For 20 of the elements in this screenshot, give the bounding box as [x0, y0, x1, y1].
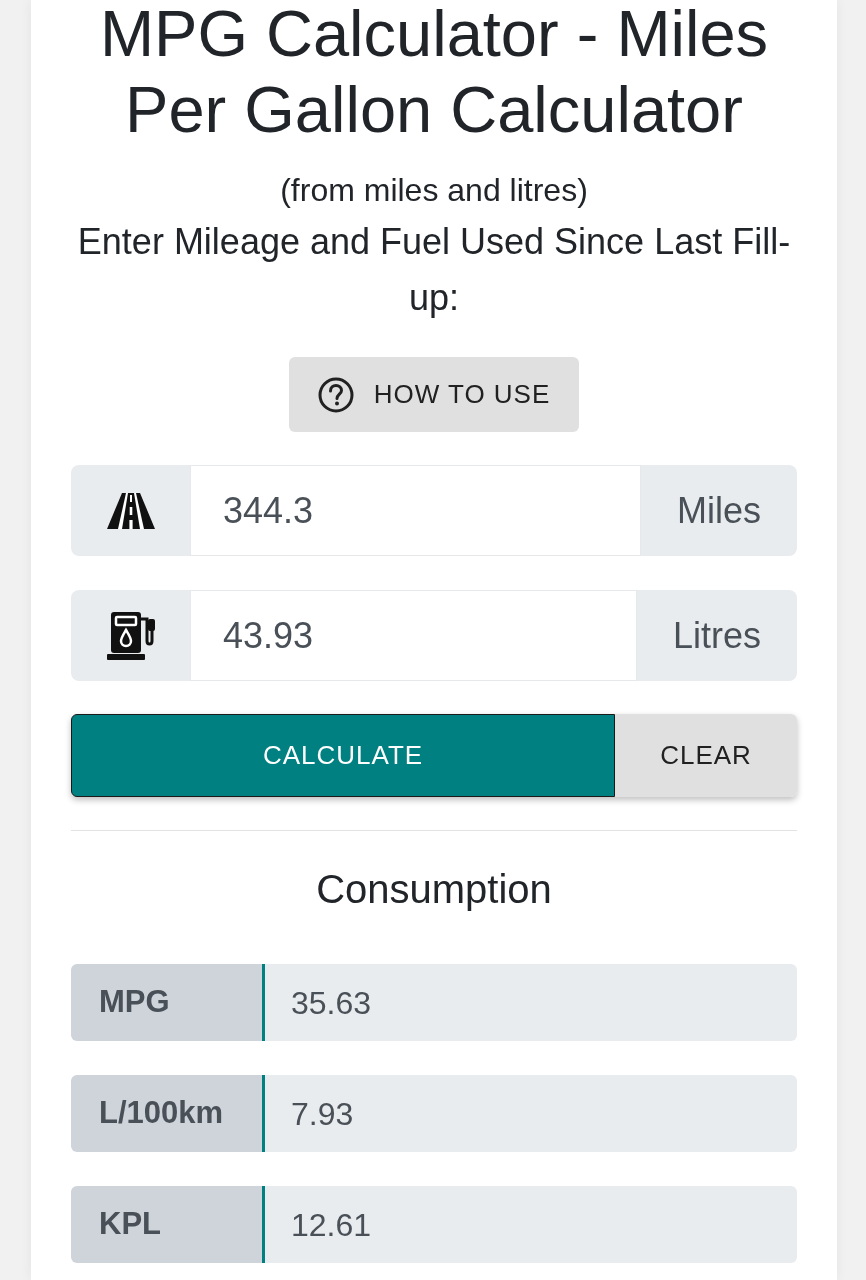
- input-field[interactable]: 43.93: [190, 590, 637, 681]
- unit-label: Litres: [636, 590, 797, 681]
- input-field[interactable]: 344.3: [190, 465, 641, 556]
- result-label: L/100km: [71, 1075, 262, 1152]
- result-label: MPG: [71, 964, 262, 1041]
- result-value: 12.61: [262, 1186, 797, 1263]
- clear-button[interactable]: CLEAR: [615, 714, 797, 797]
- result-value: 7.93: [262, 1075, 797, 1152]
- result-label: KPL: [71, 1186, 262, 1263]
- road-icon: [106, 492, 155, 529]
- result-value: 35.63: [262, 964, 797, 1041]
- instructions: Enter Mileage and Fuel Used Since Last Fill-up:: [76, 220, 792, 320]
- fuel-pump-icon: [106, 610, 155, 661]
- help-icon: [317, 376, 354, 413]
- how-to-use-button[interactable]: HOW TO USE: [289, 357, 579, 432]
- calculate-button[interactable]: CALCULATE: [71, 714, 615, 797]
- subtitle: (from miles and litres): [280, 171, 588, 210]
- section-heading: Consumption: [316, 866, 552, 913]
- page-title: MPG Calculator - Miles Per Gallon Calculator: [98, 0, 770, 148]
- unit-label: Miles: [641, 465, 797, 556]
